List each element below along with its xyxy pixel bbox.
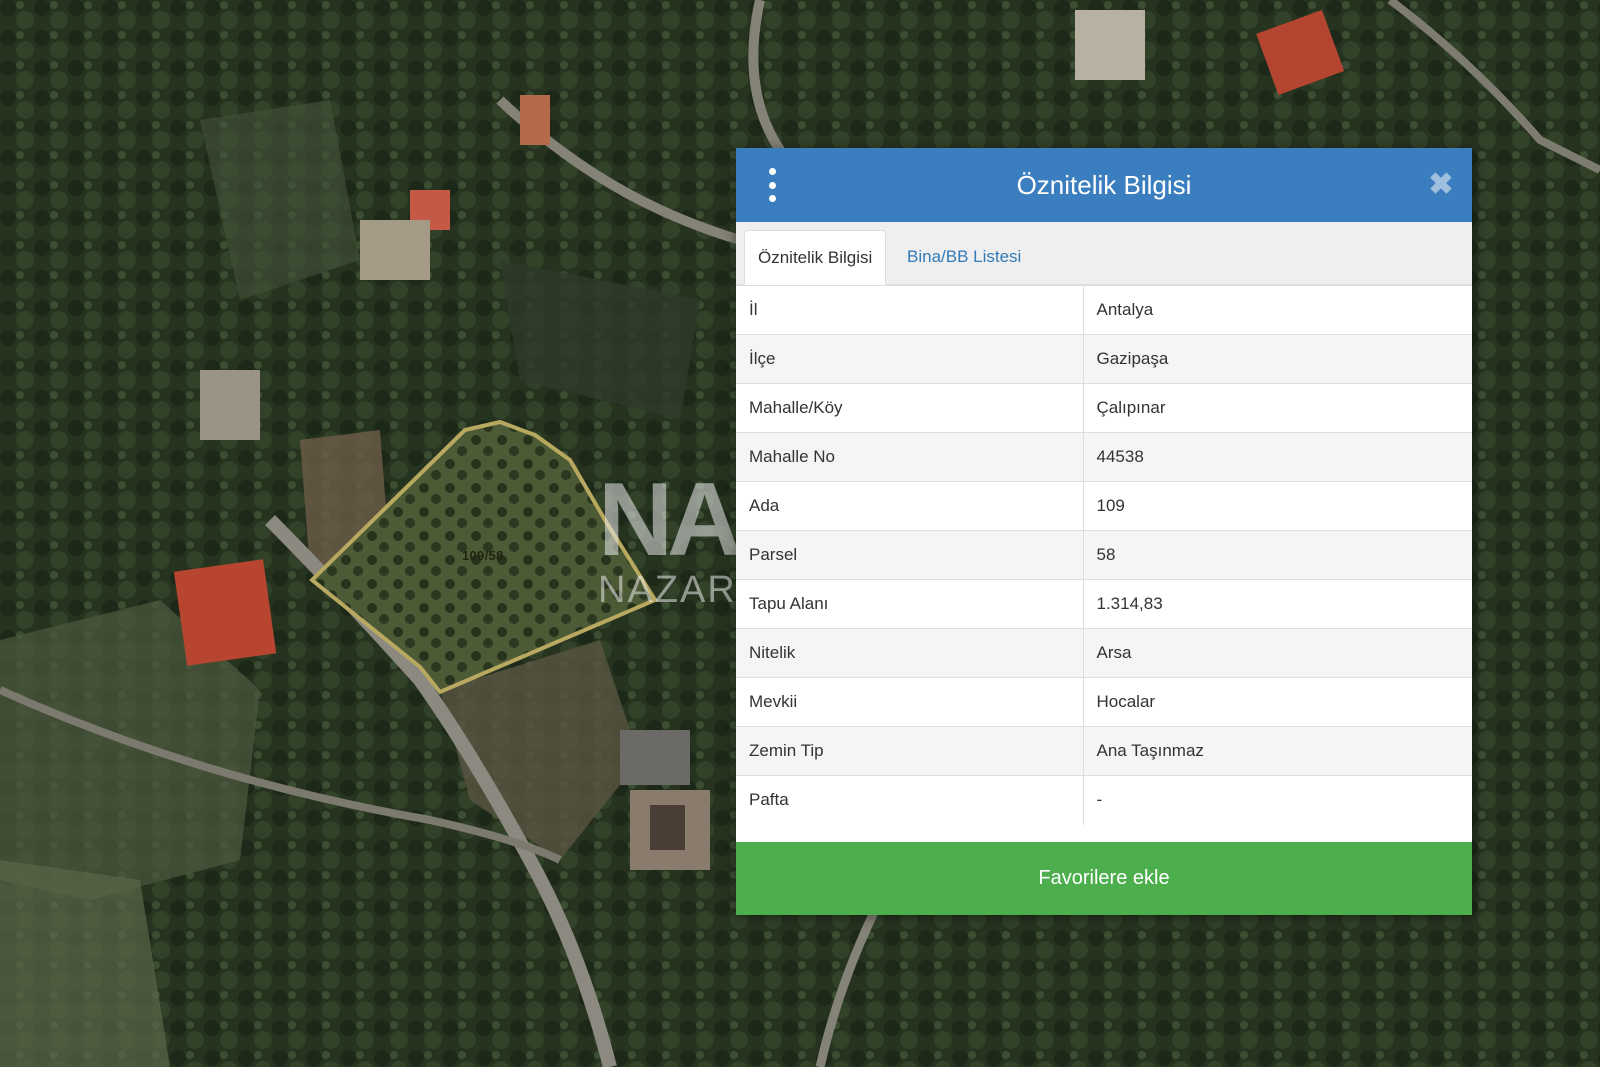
- row-value: Antalya: [1083, 285, 1472, 335]
- row-value: -: [1083, 775, 1472, 825]
- row-value: Çalıpınar: [1083, 383, 1472, 433]
- table-row: İl Antalya: [736, 285, 1472, 335]
- close-icon[interactable]: ✖: [1426, 168, 1456, 202]
- row-value: Ana Taşınmaz: [1083, 726, 1472, 776]
- row-key: İl: [736, 285, 1084, 335]
- tab-building-list[interactable]: Bina/BB Listesi: [894, 230, 1034, 284]
- row-value: Gazipaşa: [1083, 334, 1472, 384]
- row-key: Mahalle No: [736, 432, 1084, 482]
- row-key: İlçe: [736, 334, 1084, 384]
- table-row: Nitelik Arsa: [736, 628, 1472, 678]
- table-row: Pafta -: [736, 775, 1472, 825]
- row-key: Ada: [736, 481, 1084, 531]
- row-key: Mevkii: [736, 677, 1084, 727]
- table-row: Mahalle No 44538: [736, 432, 1472, 482]
- row-value: 44538: [1083, 432, 1472, 482]
- table-row: Parsel 58: [736, 530, 1472, 580]
- vertical-ellipsis-icon[interactable]: [764, 168, 780, 202]
- row-value: 58: [1083, 530, 1472, 580]
- attribute-table: İl Antalya İlçe Gazipaşa Mahalle/Köy Çal…: [736, 285, 1472, 825]
- tab-attribute-info[interactable]: Öznitelik Bilgisi: [744, 230, 887, 285]
- panel-title: Öznitelik Bilgisi: [1016, 169, 1192, 200]
- row-key: Nitelik: [736, 628, 1084, 678]
- row-key: Pafta: [736, 775, 1084, 825]
- row-value: Arsa: [1083, 628, 1472, 678]
- table-row: Ada 109: [736, 481, 1472, 531]
- add-to-favorites-button[interactable]: Favorilere ekle: [736, 842, 1472, 915]
- row-key: Zemin Tip: [736, 726, 1084, 776]
- row-key: Parsel: [736, 530, 1084, 580]
- table-row: İlçe Gazipaşa: [736, 334, 1472, 384]
- table-row: Mevkii Hocalar: [736, 677, 1472, 727]
- table-row: Zemin Tip Ana Taşınmaz: [736, 726, 1472, 776]
- attribute-info-panel: Öznitelik Bilgisi ✖ Öznitelik Bilgisi Bi…: [736, 148, 1472, 915]
- row-key: Mahalle/Köy: [736, 383, 1084, 433]
- panel-tabs: Öznitelik Bilgisi Bina/BB Listesi: [736, 222, 1472, 285]
- table-row: Mahalle/Köy Çalıpınar: [736, 383, 1472, 433]
- row-key: Tapu Alanı: [736, 579, 1084, 629]
- row-value: 109: [1083, 481, 1472, 531]
- row-value: Hocalar: [1083, 677, 1472, 727]
- table-row: Tapu Alanı 1.314,83: [736, 579, 1472, 629]
- panel-header: Öznitelik Bilgisi ✖: [736, 148, 1472, 222]
- parcel-number-label: 109/58: [462, 548, 504, 563]
- row-value: 1.314,83: [1083, 579, 1472, 629]
